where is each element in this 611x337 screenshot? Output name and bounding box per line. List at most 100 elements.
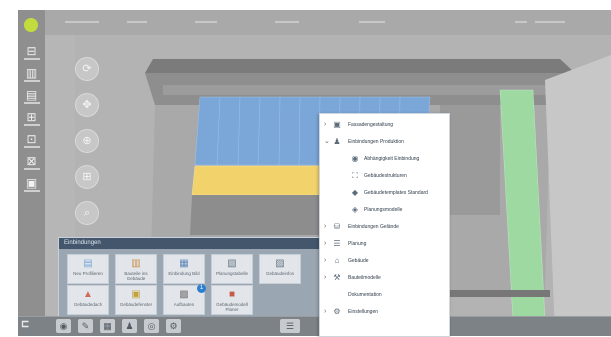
network-icon: ⛶ — [352, 171, 358, 180]
menu-item-label: Bauteilmodelle — [348, 275, 381, 281]
bottom-button-settings[interactable]: ⚙ — [166, 319, 181, 333]
chevron-right-icon[interactable]: › — [324, 118, 330, 132]
panel-tile[interactable]: ▨ Gebäudeinfos — [259, 254, 301, 284]
panel-tile[interactable]: ▥ Bauteile ins Gebäude — [115, 254, 157, 284]
export-tool-button[interactable]: ⊠ — [21, 154, 42, 172]
menu-item-label: Gebäudetemplates Standard — [364, 190, 428, 196]
panel-tile[interactable]: ▲ Gebäudedach — [67, 285, 109, 315]
window-icon: ▣ — [131, 289, 141, 300]
floor-plan-icon: ⊟ — [26, 44, 37, 58]
menu-item[interactable]: ⛶ Gebäudestrukturen — [320, 169, 449, 183]
menu-item-label: Abhängigkeit Einbindung — [364, 156, 420, 162]
chevron-right-icon[interactable]: › — [324, 237, 330, 251]
globe-icon: ◎ — [147, 321, 156, 331]
menu-item[interactable]: ◈ Planungsmodelle — [320, 203, 449, 217]
settings-icon: ⚙ — [169, 321, 178, 331]
settings-icon: ⚙ — [333, 307, 341, 316]
top-tab[interactable] — [127, 21, 147, 23]
panel-tile[interactable]: ■ Gebäudemodell Planer — [211, 285, 253, 315]
bottom-button-people[interactable]: ♟ — [122, 319, 137, 333]
view-tool-button[interactable]: ▣ — [21, 176, 42, 194]
bottom-button-view[interactable]: ◉ — [56, 319, 71, 333]
menu-item[interactable]: › ⛁ Einbindungen Gelände — [320, 220, 449, 234]
chevron-right-icon[interactable]: › — [324, 271, 330, 285]
panel-tile-label: Neu Profilieren — [73, 271, 103, 276]
measure-tool-button[interactable]: ⊡ — [21, 132, 42, 150]
user-icon[interactable] — [515, 21, 527, 23]
search-icon: ⌕ — [83, 207, 91, 219]
bottom-button-menu[interactable]: ☰ — [280, 319, 300, 333]
menu-item-label: Einbindungen Produktion — [348, 139, 404, 145]
menu-item[interactable]: › ⚙ Einstellungen — [320, 305, 449, 319]
top-tab[interactable] — [275, 21, 299, 23]
menu-item[interactable]: ⌄ ♟ Einbindungen Produktion — [320, 135, 449, 149]
roof-yellow-area — [191, 165, 336, 196]
menu-item-label: Planungsmodelle — [364, 207, 403, 213]
house-icon: ⌂ — [334, 256, 340, 265]
chevron-right-icon[interactable]: › — [324, 305, 330, 319]
menu-item-label: Einstellungen — [348, 309, 379, 315]
folder-icon: ▣ — [333, 120, 341, 129]
layers-icon: ▩ — [179, 289, 189, 300]
panel-tile-label: Bauteile ins Gebäude — [124, 271, 148, 281]
object-icon: ⊞ — [26, 110, 37, 124]
panel-tile-label: Planungstabelle — [215, 271, 249, 276]
export-icon: ⊠ — [26, 154, 37, 168]
zoom-button[interactable]: ⊕ — [75, 129, 99, 153]
top-tab[interactable] — [65, 21, 99, 23]
app-window: ⊟ ▥ ▤ ⊞ ⊡ ⊠ ▣ ⟳ ✥ ⊕ ⊞ ⌕ Einbindungen ▤ N… — [18, 10, 611, 335]
wall-icon: ▥ — [25, 66, 38, 80]
menu-item[interactable]: Dokumentation — [320, 288, 449, 302]
layer-tool-button[interactable]: ▤ — [21, 88, 42, 106]
bottom-button-globe[interactable]: ◎ — [144, 319, 159, 333]
wall-tool-button[interactable]: ▥ — [21, 66, 42, 84]
chevron-right-icon[interactable]: › — [324, 220, 330, 234]
menu-item-label: Planung — [348, 241, 367, 247]
menu-item[interactable]: ◉ Abhängigkeit Einbindung — [320, 152, 449, 166]
fit-button[interactable]: ⊞ — [75, 165, 99, 189]
tag-icon: ◈ — [351, 205, 359, 214]
bottom-button-edit[interactable]: ✎ — [78, 319, 93, 333]
shield-icon: ◆ — [351, 188, 359, 197]
chevron-down-icon[interactable]: ⌄ — [324, 135, 330, 149]
bottom-button-grid[interactable]: ▦ — [100, 319, 115, 333]
panel-tile-label: Gebäudefenster — [119, 302, 153, 307]
menu-item[interactable]: › ▣ Fassadengestaltung — [320, 118, 449, 132]
left-toolbar: ⊟ ▥ ▤ ⊞ ⊡ ⊠ ▣ — [18, 10, 46, 335]
floor-plan-tool-button[interactable]: ⊟ — [21, 44, 42, 62]
menu-item-label: Gebäude — [348, 258, 369, 264]
people-icon: ♟ — [125, 321, 134, 331]
menu-item[interactable]: › ⚒ Bauteilmodelle — [320, 271, 449, 285]
top-tab[interactable] — [359, 21, 385, 23]
zoom-icon: ⊕ — [82, 135, 92, 147]
menu-item[interactable]: ◆ Gebäudetemplates Standard — [320, 186, 449, 200]
panel-tile-label: Gebäudeinfos — [265, 271, 295, 276]
menu-item-label: Fassadengestaltung — [348, 122, 394, 128]
model-icon: ■ — [228, 289, 236, 300]
chevron-right-icon[interactable]: › — [324, 254, 330, 268]
panel-tile[interactable]: ▤ Neu Profilieren — [67, 254, 109, 284]
panel-tile-label: Gebäudedach — [73, 302, 103, 307]
image-icon: ▦ — [179, 258, 189, 269]
view-icon: ▣ — [25, 176, 38, 190]
menu-item[interactable]: › ☰ Planung — [320, 237, 449, 251]
panel-tile[interactable]: ▧ Planungstabelle — [211, 254, 253, 284]
panel-tile-label: Einbindung Bild — [168, 271, 200, 276]
user-name — [535, 21, 565, 23]
menu-item-label: Einbindungen Gelände — [348, 224, 399, 230]
top-tab[interactable] — [195, 21, 217, 23]
top-toolbar — [45, 10, 611, 36]
folder-icon: ▤ — [83, 258, 93, 269]
search-view-button[interactable]: ⌕ — [75, 201, 99, 225]
object-tool-button[interactable]: ⊞ — [21, 110, 42, 128]
bottom-toolbar: ⊏ ◉ ✎ ▦ ♟ ◎ ⚙ ☰ — [18, 316, 611, 336]
panel-tile[interactable]: ▦ Einbindung Bild — [163, 254, 205, 284]
pan-button[interactable]: ✥ — [75, 93, 99, 117]
building-icon: ▥ — [131, 258, 141, 269]
menu-item[interactable]: › ⌂ Gebäude — [320, 254, 449, 268]
person-icon: ♟ — [333, 137, 341, 146]
globe-icon: ◉ — [351, 154, 359, 163]
panel-title: Einbindungen — [59, 238, 322, 249]
orbit-button[interactable]: ⟳ — [75, 57, 99, 81]
panel-tile[interactable]: ▣ Gebäudefenster — [115, 285, 157, 315]
